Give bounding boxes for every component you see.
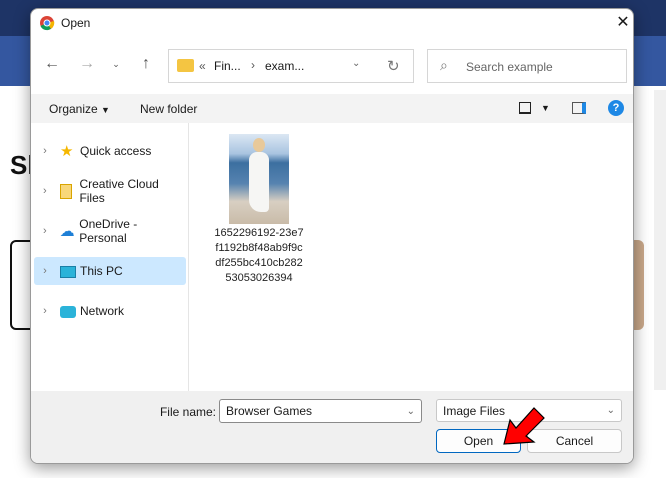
dialog-title: Open (61, 16, 91, 30)
file-name-input[interactable]: Browser Games ⌄ (219, 399, 422, 423)
view-icon[interactable] (519, 102, 531, 114)
creative-cloud-folder-icon (59, 183, 80, 199)
address-dropdown-icon[interactable]: ⌄ (352, 58, 360, 69)
forward-arrow-icon[interactable]: → (78, 55, 96, 73)
image-thumbnail (229, 134, 289, 224)
organize-label: Organize (49, 102, 98, 116)
file-name-label: File name: (159, 405, 216, 419)
caret-down-icon: ▼ (101, 105, 110, 115)
nav-label: Creative Cloud Files (79, 177, 159, 205)
file-item[interactable]: 1652296192-23e7 f1192b8f48ab9f9c df255bc… (211, 129, 307, 289)
address-overflow[interactable]: « (199, 59, 206, 73)
nav-label: This PC (80, 264, 123, 278)
file-name-line: 1652296192-23e7 (214, 227, 304, 239)
new-folder-button[interactable]: New folder (140, 102, 197, 116)
breadcrumb-separator-icon: › (251, 58, 255, 72)
nav-item-network[interactable]: › Network (34, 297, 186, 325)
nav-item-this-pc[interactable]: › This PC (34, 257, 186, 285)
command-bar: Organize ▼ New folder ▼ ? (31, 94, 633, 123)
nav-item-creative-cloud-files[interactable]: › Creative Cloud Files (34, 177, 186, 205)
close-icon[interactable]: ✕ (615, 13, 631, 31)
search-icon: ⌕ (440, 57, 448, 73)
chevron-down-icon[interactable]: ⌄ (607, 405, 615, 416)
file-name-value: Browser Games (226, 404, 313, 418)
expand-chevron-icon[interactable]: › (34, 185, 56, 197)
nav-label: Network (80, 304, 125, 318)
file-name-line: f1192b8f48ab9f9c (215, 242, 303, 254)
search-input[interactable]: ⌕ Search example (427, 49, 627, 83)
cloud-icon: ☁ (59, 223, 75, 240)
folder-icon (177, 59, 194, 72)
navigation-pane: › ★ Quick access › Creative Cloud Files › ☁ O… (31, 123, 189, 391)
open-file-dialog: Open ✕ ← → ⌄ ↑ « Fin... › exam... ⌄ ↻ ⌕ … (30, 8, 634, 464)
network-icon (60, 304, 80, 318)
expand-chevron-icon[interactable]: › (34, 265, 56, 277)
chrome-icon (39, 15, 55, 31)
page-scrollbar[interactable] (654, 90, 666, 390)
preview-pane-icon[interactable] (572, 102, 586, 114)
nav-item-quick-access[interactable]: › ★ Quick access (34, 137, 186, 165)
expand-chevron-icon[interactable]: › (34, 145, 56, 157)
organize-button[interactable]: Organize ▼ (49, 102, 110, 116)
search-placeholder: Search example (466, 60, 553, 74)
back-arrow-icon[interactable]: ← (43, 55, 61, 73)
address-bar[interactable]: « Fin... › exam... ⌄ ↻ (168, 49, 414, 83)
recent-locations-chevron-icon[interactable]: ⌄ (110, 55, 122, 73)
chevron-down-icon[interactable]: ⌄ (407, 406, 415, 417)
red-arrow-annotation (503, 407, 545, 445)
expand-chevron-icon[interactable]: › (34, 305, 56, 317)
monitor-icon (60, 264, 80, 278)
refresh-icon[interactable]: ↻ (387, 57, 400, 75)
nav-label: OneDrive - Personal (79, 217, 138, 245)
nav-item-onedrive[interactable]: › ☁ OneDrive - Personal (34, 217, 186, 245)
help-icon[interactable]: ? (608, 100, 624, 116)
breadcrumb-item[interactable]: Fin... (214, 59, 241, 73)
nav-label: Quick access (80, 144, 152, 158)
expand-chevron-icon[interactable]: › (34, 225, 56, 237)
star-icon: ★ (60, 143, 74, 160)
file-name-line: 53053026394 (225, 272, 293, 284)
view-options-caret-icon[interactable]: ▼ (541, 103, 550, 113)
file-name-line: df255bc410cb282 (215, 257, 303, 269)
up-arrow-icon[interactable]: ↑ (137, 55, 155, 73)
breadcrumb-item[interactable]: exam... (265, 59, 304, 73)
